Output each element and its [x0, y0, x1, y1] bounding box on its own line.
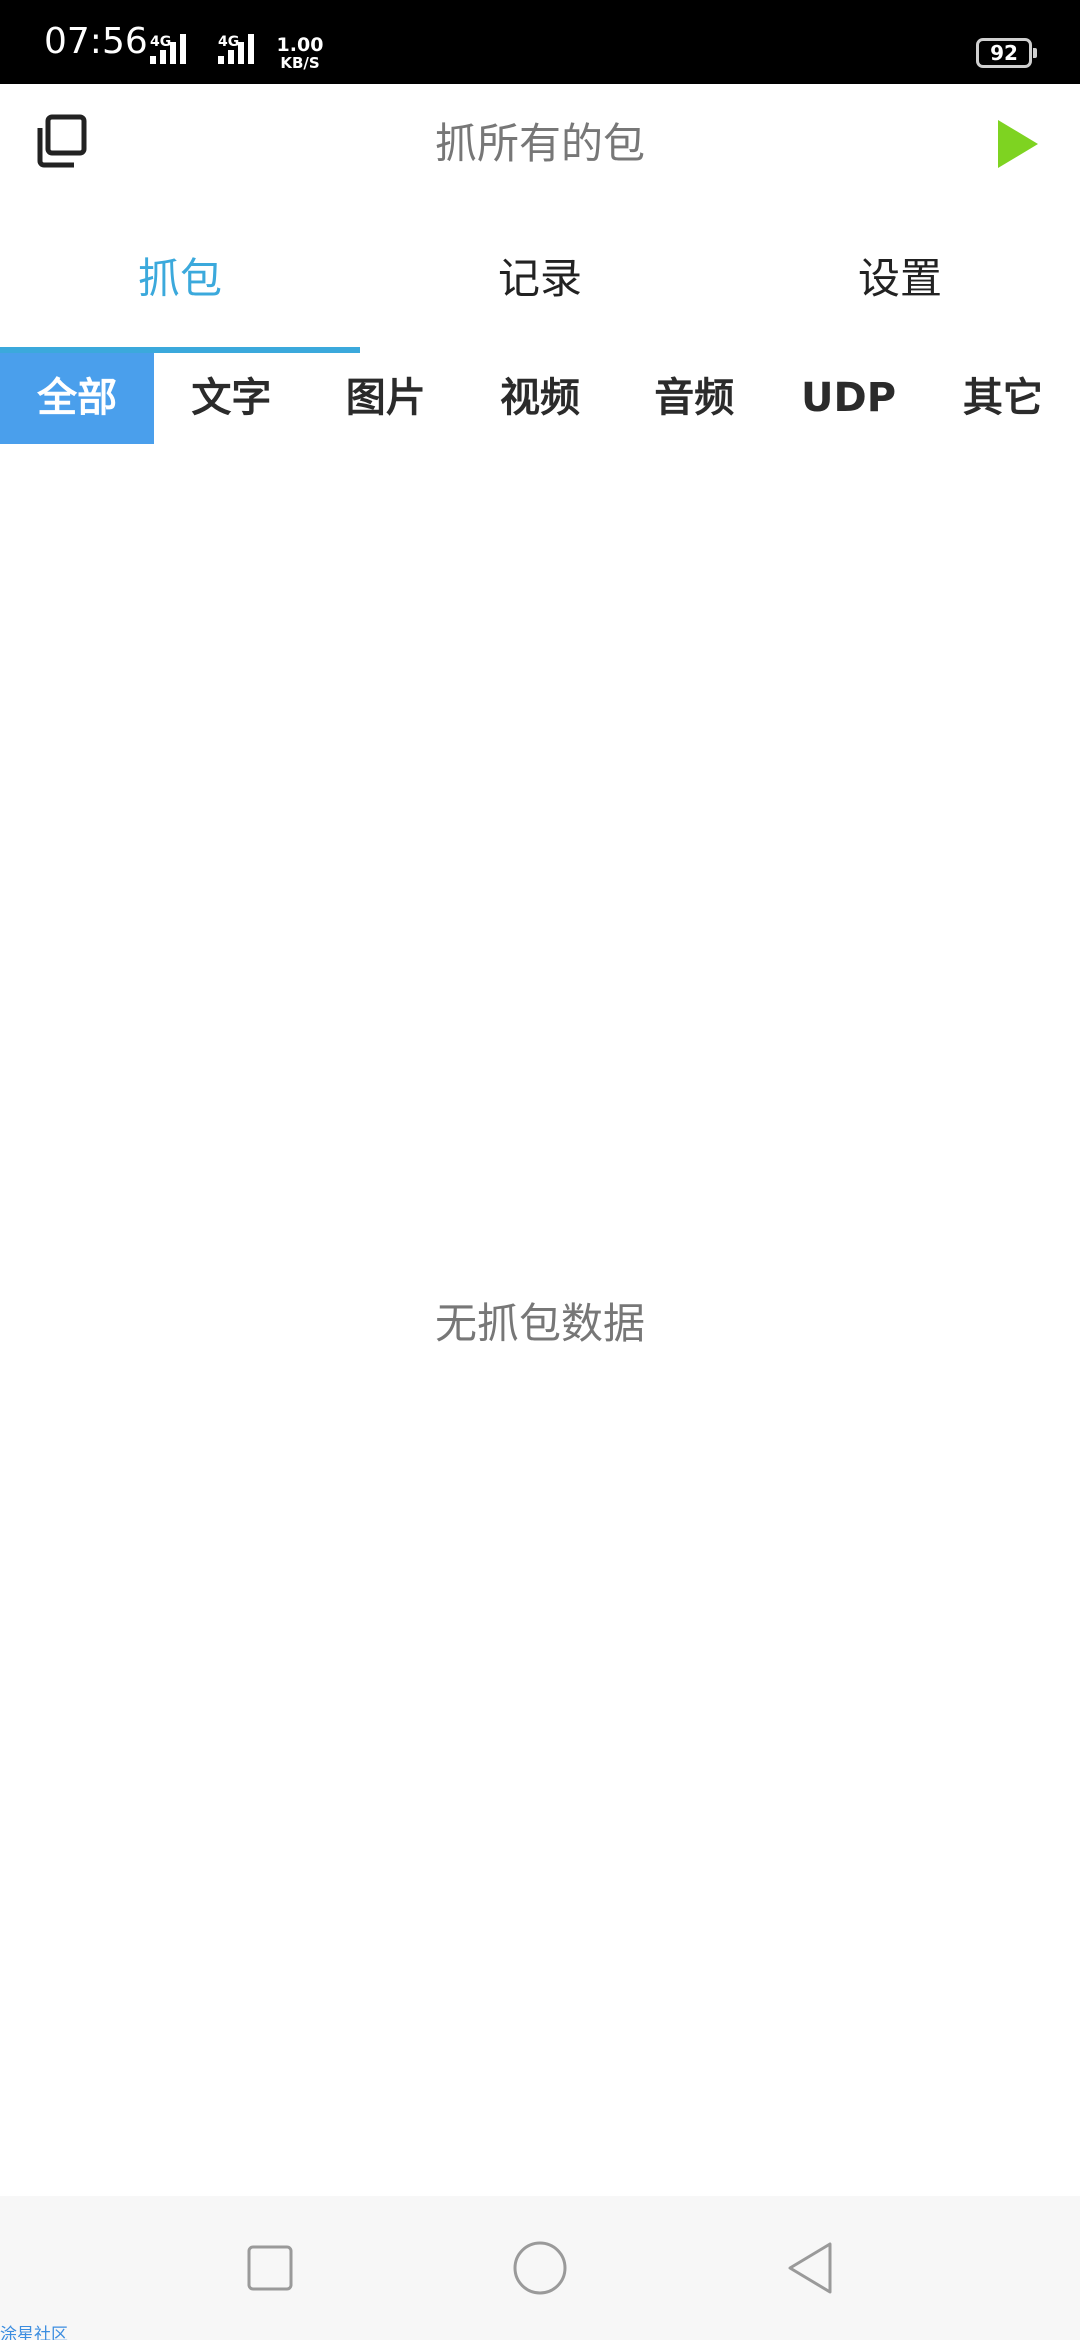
toolbar-title: 抓所有的包: [434, 119, 645, 168]
signal-1-icon: [150, 34, 186, 64]
filter-bar: 全部 文字 图片 视频 音频 UDP 其它: [0, 353, 1080, 444]
status-bar: 07:56 4G 4G 1.00 KB/S 92: [0, 0, 1080, 84]
net-speed-value: 1.00: [276, 34, 324, 56]
main-tabs: 抓包 记录 设置: [0, 204, 1080, 354]
tab-records[interactable]: 记录: [360, 204, 720, 354]
filter-other[interactable]: 其它: [926, 353, 1080, 444]
net-speed-unit: KB/S: [280, 54, 320, 72]
status-time: 07:56: [44, 21, 148, 62]
battery-tip: [1033, 48, 1037, 58]
watermark: 涂星社区: [0, 2325, 68, 2340]
circle-icon[interactable]: [508, 2236, 572, 2300]
filter-all[interactable]: 全部: [0, 353, 155, 444]
empty-state-message: 无抓包数据: [434, 1299, 645, 1348]
net-speed: 1.00 KB/S: [274, 34, 326, 73]
screen: 07:56 4G 4G 1.00 KB/S 92 抓所有的包 抓包 记录 设置 …: [0, 0, 1080, 2340]
filter-udp[interactable]: UDP: [771, 353, 925, 444]
filter-text[interactable]: 文字: [154, 353, 308, 444]
filter-video[interactable]: 视频: [463, 353, 617, 444]
battery-level: 92: [990, 41, 1018, 65]
tab-settings[interactable]: 设置: [720, 204, 1080, 354]
filter-audio[interactable]: 音频: [617, 353, 771, 444]
triangle-back-icon[interactable]: [778, 2236, 842, 2300]
tab-capture[interactable]: 抓包: [0, 204, 360, 354]
toolbar: 抓所有的包: [0, 84, 1080, 204]
navigation-bar: [0, 2196, 1080, 2340]
filter-image[interactable]: 图片: [309, 353, 463, 444]
battery-icon: 92: [976, 38, 1032, 68]
play-icon[interactable]: [996, 118, 1040, 170]
signal-2-icon: [218, 34, 254, 64]
square-icon[interactable]: [238, 2236, 302, 2300]
copy-icon[interactable]: [34, 114, 88, 168]
